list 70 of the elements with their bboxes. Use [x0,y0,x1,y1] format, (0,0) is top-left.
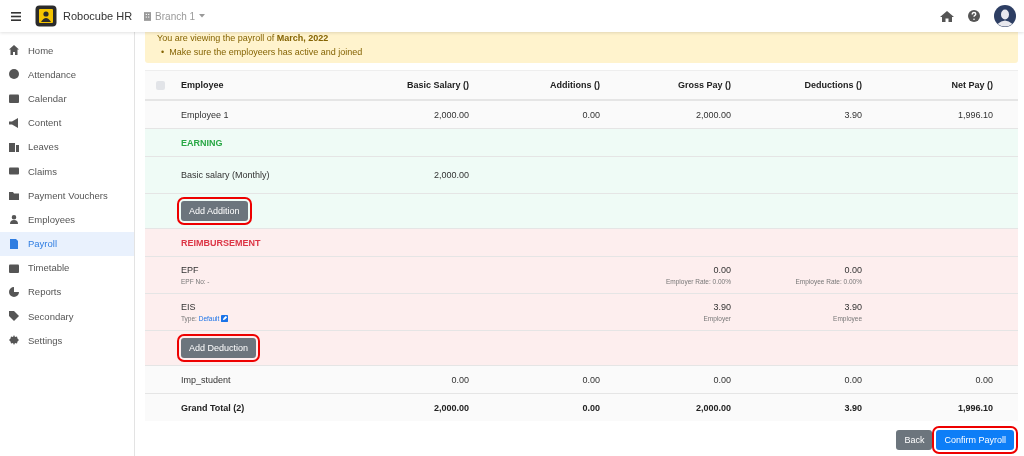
column-header: Net Pay () [951,80,993,90]
select-all-checkbox[interactable] [155,80,165,90]
sidebar-item[interactable]: Settings [0,328,134,353]
bullet-marker: • [161,47,165,57]
alert-message: You are viewing the payroll of March, 2022 [157,33,330,43]
row-label: Imp_student [181,374,231,385]
amount-cell: 3.90 [844,402,862,413]
row-label: Grand Total (2) [181,402,245,413]
sidebar-item[interactable]: Reports [0,279,134,305]
edit-icon[interactable] [221,315,229,322]
avatar-icon[interactable] [994,5,1016,27]
gear-icon [9,335,19,346]
section-label: REIMBURSEMENT [181,237,261,248]
back-button[interactable]: Back [896,430,933,450]
amount-cell: 2,000.00 [433,402,469,413]
sidebar-item[interactable]: Calendar [0,86,134,111]
amount-cell: 0.00 [582,374,600,385]
pie-chart-icon [9,286,19,297]
amount-cell: 0.00 [451,374,469,385]
menu-icon[interactable] [11,11,21,21]
amount-cell: 0.00 [844,374,862,385]
sidebar-item[interactable]: Claims [0,158,134,184]
building-icon [144,11,152,21]
amount-cell: 1,996.10 [957,109,993,120]
amount-cell: 2,000.00 [695,402,731,413]
amount-cell: 3.90 [844,302,862,312]
row-label: EPF [181,265,199,275]
column-header: Deductions () [804,80,862,90]
column-header: Employee [181,80,224,90]
tag-icon [9,311,19,322]
megaphone-icon [9,117,19,128]
amount-cell: 1,996.10 [957,402,993,413]
amount-cell: 3.90 [713,302,731,312]
sidebar-item[interactable]: Payroll [0,231,134,256]
sidebar-item[interactable]: Home [0,38,134,63]
column-header: Additions () [550,80,600,90]
amount-cell: 0.00 [582,109,600,120]
column-header: Basic Salary () [406,80,469,90]
alert-bullet: Make sure the employeers has active and joined [169,47,363,57]
row-label: EIS [181,302,196,312]
home-icon[interactable] [940,10,954,22]
row-label: Employee 1 [181,109,229,120]
sidebar-item[interactable]: Payment Vouchers [0,183,134,208]
amount-cell: 2,000.00 [433,170,469,180]
sidebar-item[interactable]: Secondary [0,304,134,329]
amount-cell: 0.00 [844,265,862,275]
amount-cell: 0.00 [975,374,993,385]
amount-cell: 0.00 [713,265,731,275]
sidebar-item[interactable]: Content [0,110,134,135]
amount-cell: 0.00 [713,374,731,385]
door-icon [9,141,19,152]
document-icon [9,238,19,249]
folder-icon [9,190,19,201]
sidebar-item[interactable]: Timetable [0,255,134,280]
amount-cell: 3.90 [844,109,862,120]
help-icon[interactable] [968,10,980,22]
amount-cell: 2,000.00 [433,109,469,120]
caret-icon [199,14,206,18]
sidebar-item[interactable]: Employees [0,207,134,232]
column-header: Gross Pay () [677,80,731,90]
sidebar-item[interactable]: Leaves [0,134,134,159]
home-icon [9,45,19,56]
row-label: Basic salary (Monthly) [181,170,270,180]
sidebar-item[interactable]: Attendance [0,62,134,87]
amount-cell: 0.00 [582,402,600,413]
section-label: EARNING [181,137,223,148]
app-name: Robocube HR [63,10,133,22]
people-icon [9,214,19,225]
amount-cell: 2,000.00 [695,109,731,120]
logo-icon [35,5,57,27]
